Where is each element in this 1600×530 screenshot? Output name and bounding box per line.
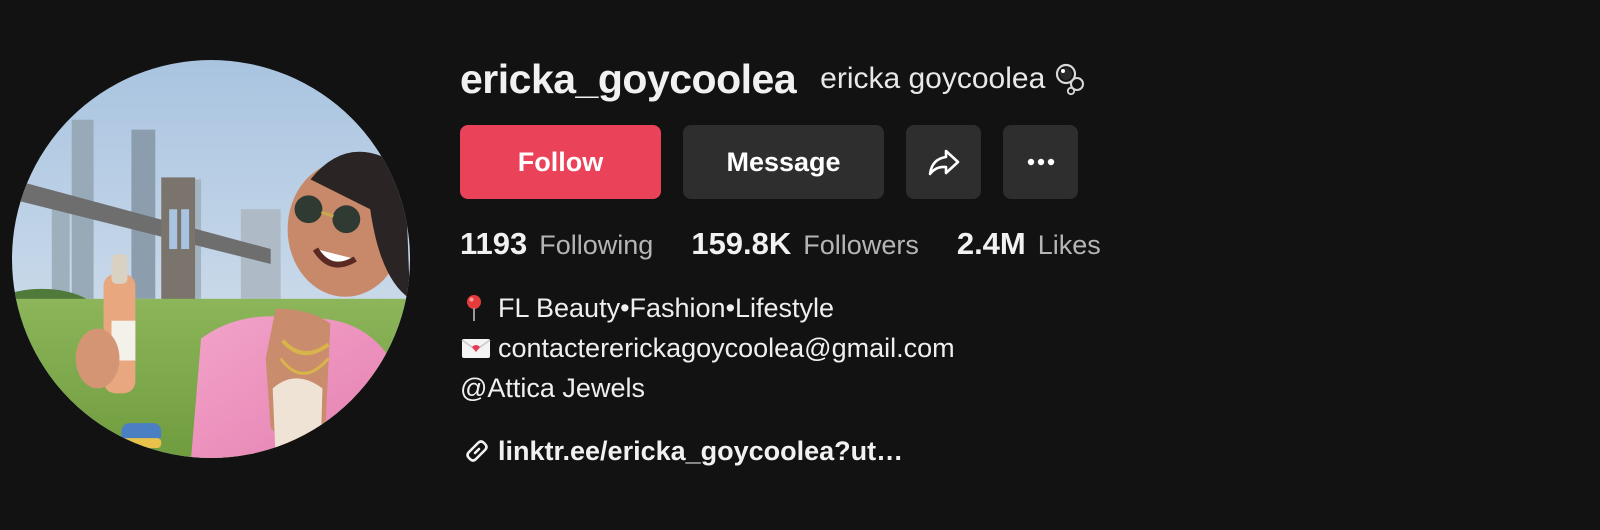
bio-text-1: FL Beauty•Fashion•Lifestyle <box>498 292 835 323</box>
bio-line-3: @Attica Jewels <box>460 368 955 408</box>
bio-text-3: @Attica Jewels <box>460 372 645 403</box>
name-row: ericka_goycoolea ericka goycoolea <box>460 52 1087 106</box>
following-stat[interactable]: 1193 Following <box>460 226 653 262</box>
profile-info: ericka_goycoolea ericka goycoolea Follow… <box>460 0 1580 530</box>
more-icon <box>1023 156 1059 168</box>
message-button[interactable]: Message <box>683 125 884 199</box>
more-button[interactable] <box>1003 125 1078 199</box>
nickname: ericka goycoolea <box>820 62 1046 95</box>
avatar[interactable] <box>12 60 410 458</box>
share-icon <box>926 144 962 180</box>
share-button[interactable] <box>906 125 981 199</box>
bio-line-1: FL Beauty•Fashion•Lifestyle <box>460 288 955 328</box>
profile-header: ericka_goycoolea ericka goycoolea Follow… <box>0 0 1600 530</box>
bio-text-2: contactererickagoycoolea@gmail.com <box>498 332 955 363</box>
following-count: 1193 <box>460 226 528 261</box>
likes-label: Likes <box>1037 230 1101 260</box>
link-text[interactable]: linktr.ee/ericka_goycoolea?ut… <box>498 436 903 467</box>
profile-photo <box>12 60 410 458</box>
followers-label: Followers <box>803 230 919 260</box>
username: ericka_goycoolea <box>460 55 797 102</box>
followers-stat[interactable]: 159.8K Followers <box>691 226 919 262</box>
likes-count: 2.4M <box>956 226 1026 261</box>
bio: FL Beauty•Fashion•Lifestyle contactereri… <box>460 288 955 408</box>
follow-button[interactable]: Follow <box>460 125 661 199</box>
followers-count: 159.8K <box>691 226 792 261</box>
likes-stat: 2.4M Likes <box>957 226 1101 262</box>
link-icon <box>460 434 494 468</box>
following-label: Following <box>539 230 654 260</box>
stats-row: 1193 Following 159.8K Followers 2.4M Lik… <box>460 222 1139 266</box>
bubbles-icon <box>1053 62 1087 96</box>
envelope-icon <box>460 333 494 363</box>
bio-link[interactable]: linktr.ee/ericka_goycoolea?ut… <box>460 430 903 472</box>
pushpin-icon <box>460 293 494 323</box>
bio-line-2: contactererickagoycoolea@gmail.com <box>460 328 955 368</box>
